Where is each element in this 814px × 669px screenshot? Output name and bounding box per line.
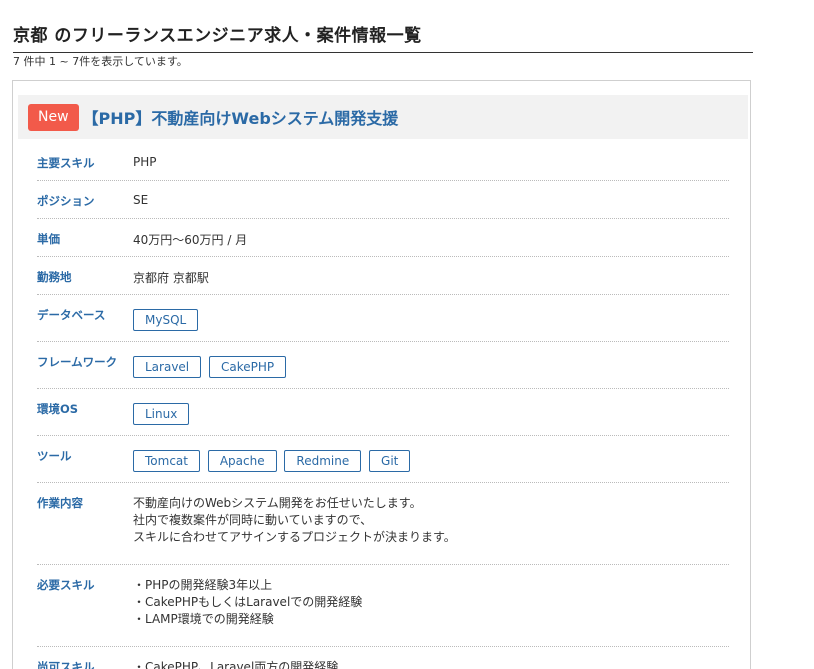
row-label: 必要スキル xyxy=(37,578,95,592)
tag-git[interactable]: Git xyxy=(369,450,411,472)
job-detail-rows: 主要スキル PHP ポジション SE 単価 40万円〜60万円 / 月 勤務地 … xyxy=(37,143,729,669)
main-skill-value: PHP xyxy=(133,155,157,169)
row-label: 尚可スキル xyxy=(37,660,95,669)
row-os: 環境OS Linux xyxy=(37,389,729,436)
row-database: データベース MySQL xyxy=(37,295,729,342)
database-tags: MySQL xyxy=(133,295,729,341)
row-optional-skills: 尚可スキル ・CakePHP、Laravel両方の開発経験 xyxy=(37,647,729,669)
tag-cakephp[interactable]: CakePHP xyxy=(208,356,287,378)
location-value: 京都府 京都駅 xyxy=(133,271,209,285)
tag-laravel[interactable]: Laravel xyxy=(133,356,202,378)
work-content-text: 不動産向けのWebシステム開発をお任せいたします。 社内で複数案件が同時に動いて… xyxy=(133,483,729,564)
price-value: 40万円〜60万円 / 月 xyxy=(133,233,248,247)
tag-linux[interactable]: Linux xyxy=(133,403,190,425)
required-skill-line: ・CakePHPもしくはLaravelでの開発経験 xyxy=(133,595,363,609)
row-label: 作業内容 xyxy=(37,496,83,510)
work-content-line: 社内で複数案件が同時に動いていますので、 xyxy=(133,513,373,527)
work-content-line: スキルに合わせてアサインするプロジェクトが決まります。 xyxy=(133,530,456,544)
tag-apache[interactable]: Apache xyxy=(207,450,277,472)
new-badge: New xyxy=(28,103,79,131)
row-price: 単価 40万円〜60万円 / 月 xyxy=(37,219,729,257)
row-label: ツール xyxy=(37,449,72,463)
row-label: フレームワーク xyxy=(37,355,118,369)
optional-skills-text: ・CakePHP、Laravel両方の開発経験 xyxy=(133,647,729,669)
row-work-content: 作業内容 不動産向けのWebシステム開発をお任せいたします。 社内で複数案件が同… xyxy=(37,483,729,565)
result-count: 7 件中 1 ~ 7件を表示しています。 xyxy=(13,55,188,68)
row-position: ポジション SE xyxy=(37,181,729,219)
row-tools: ツール Tomcat Apache Redmine Git xyxy=(37,436,729,483)
row-label: データベース xyxy=(37,308,106,322)
required-skills-text: ・PHPの開発経験3年以上 ・CakePHPもしくはLaravelでの開発経験 … xyxy=(133,565,729,646)
job-title-link[interactable]: 【PHP】不動産向けWebシステム開発支援 xyxy=(83,105,399,129)
row-label: 主要スキル xyxy=(37,156,95,170)
row-main-skill: 主要スキル PHP xyxy=(37,143,729,181)
job-card: New 【PHP】不動産向けWebシステム開発支援 主要スキル PHP ポジショ… xyxy=(12,80,751,669)
required-skill-line: ・PHPの開発経験3年以上 xyxy=(133,578,273,592)
job-card-header: New 【PHP】不動産向けWebシステム開発支援 xyxy=(18,95,748,139)
row-label: 環境OS xyxy=(37,402,79,416)
row-label: 勤務地 xyxy=(37,270,72,284)
tag-tomcat[interactable]: Tomcat xyxy=(133,450,200,472)
os-tags: Linux xyxy=(133,389,729,435)
row-label: ポジション xyxy=(37,194,95,208)
row-location: 勤務地 京都府 京都駅 xyxy=(37,257,729,295)
framework-tags: Laravel CakePHP xyxy=(133,342,729,388)
position-value: SE xyxy=(133,193,149,207)
row-label: 単価 xyxy=(37,232,60,246)
tag-redmine[interactable]: Redmine xyxy=(284,450,362,472)
job-listing-page: 京都 のフリーランスエンジニア求人・案件情報一覧 7 件中 1 ~ 7件を表示し… xyxy=(0,0,814,669)
work-content-line: 不動産向けのWebシステム開発をお任せいたします。 xyxy=(133,496,422,510)
optional-skill-line: ・CakePHP、Laravel両方の開発経験 xyxy=(133,660,339,669)
row-framework: フレームワーク Laravel CakePHP xyxy=(37,342,729,389)
tool-tags: Tomcat Apache Redmine Git xyxy=(133,436,729,482)
row-required-skills: 必要スキル ・PHPの開発経験3年以上 ・CakePHPもしくはLaravelで… xyxy=(37,565,729,647)
tag-mysql[interactable]: MySQL xyxy=(133,309,199,331)
page-title: 京都 のフリーランスエンジニア求人・案件情報一覧 xyxy=(13,21,753,54)
required-skill-line: ・LAMP環境での開発経験 xyxy=(133,612,274,626)
